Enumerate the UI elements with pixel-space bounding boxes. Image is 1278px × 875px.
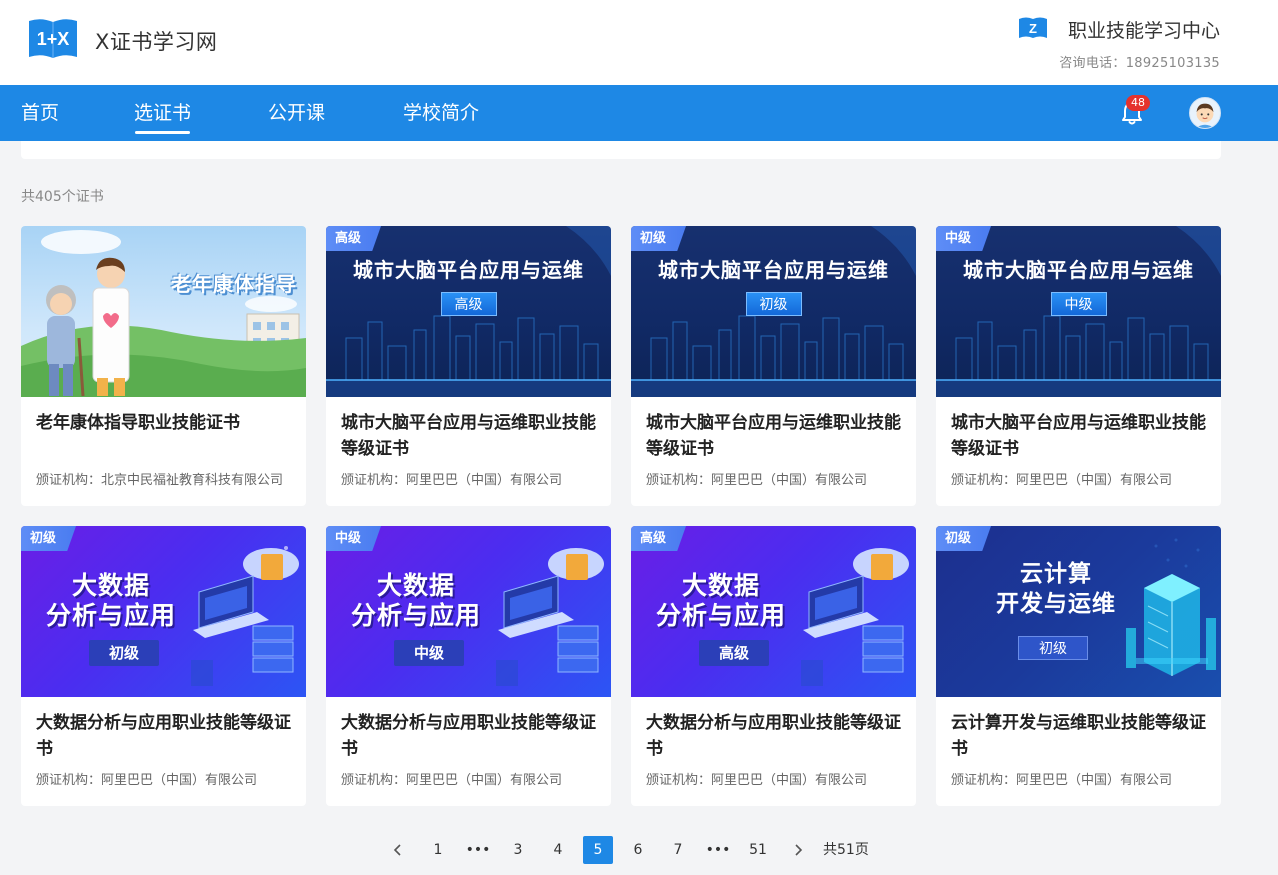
- card-banner-image: 中级 城市大脑平台应用与运维 中级: [936, 226, 1221, 397]
- banner-level-label: 初级: [1018, 636, 1088, 660]
- card-banner-image: 高级 城市大脑平台应用与运维 高级: [326, 226, 611, 397]
- hotline-text: 咨询电话：18925103135: [1059, 56, 1220, 71]
- chevron-right-icon: [795, 844, 803, 856]
- banner-title: 老年康体指导: [171, 272, 297, 296]
- pagination-page[interactable]: 1: [423, 836, 453, 864]
- avatar-face-icon: [1195, 103, 1215, 128]
- certificate-card[interactable]: 初级 大数据 分析与应用 初级 大数据分析与应用职业技能等级证书 颁证机构：阿里…: [21, 526, 306, 806]
- card-title[interactable]: 老年康体指导职业技能证书: [36, 410, 294, 436]
- level-tag: 初级: [21, 526, 77, 551]
- nav-select-certificate[interactable]: 选证书: [134, 85, 191, 141]
- banner-level-label: 初级: [745, 292, 802, 316]
- learning-center-title: 职业技能学习中心: [1067, 20, 1220, 42]
- card-banner-image: 中级 大数据 分析与应用 中级: [326, 526, 611, 697]
- nav-open-courses[interactable]: 公开课: [268, 85, 325, 141]
- banner-title: 城市大脑平台应用与运维: [963, 258, 1194, 282]
- card-title[interactable]: 大数据分析与应用职业技能等级证书: [646, 710, 904, 762]
- card-issuer: 颁证机构：阿里巴巴（中国）有限公司: [646, 473, 868, 488]
- banner-title: 城市大脑平台应用与运维: [353, 258, 584, 282]
- card-banner-image: 初级 云计算 开发与运维 初级: [936, 526, 1221, 697]
- certificate-card[interactable]: 初级 城市大脑平台应用与运维 初级 城市大脑平台应用与运维职业技能等级证书 颁证…: [631, 226, 916, 506]
- learning-center-icon: Z: [1019, 17, 1047, 38]
- card-title[interactable]: 大数据分析与应用职业技能等级证书: [36, 710, 294, 762]
- banner-level-label: 高级: [699, 640, 769, 666]
- pagination-page[interactable]: 51: [743, 836, 773, 864]
- banner-title-line-1: 云计算: [1020, 561, 1092, 587]
- level-tag: 高级: [326, 226, 382, 251]
- chevron-left-icon: [393, 844, 401, 856]
- elderly-care-illustration: [21, 230, 306, 397]
- banner-level-label: 高级: [440, 292, 497, 316]
- logo-text: 1+X: [37, 29, 70, 49]
- banner-level-label: 中级: [1050, 292, 1107, 316]
- pagination-page[interactable]: 7: [663, 836, 693, 864]
- card-title[interactable]: 大数据分析与应用职业技能等级证书: [341, 710, 599, 762]
- level-tag: 初级: [631, 226, 687, 251]
- logo-book-icon[interactable]: 1+X: [27, 17, 79, 61]
- top-header: 1+X X证书学习网 Z 职业技能学习中心 咨询电话：18925103135: [0, 0, 1278, 85]
- banner-title-line-2: 开发与运维: [996, 591, 1116, 617]
- level-tag: 中级: [326, 526, 382, 551]
- pagination-page[interactable]: 6: [623, 836, 653, 864]
- pagination-ellipsis[interactable]: •••: [703, 836, 733, 864]
- card-issuer: 颁证机构：阿里巴巴（中国）有限公司: [951, 473, 1173, 488]
- nav-school-intro[interactable]: 学校简介: [403, 85, 479, 141]
- card-banner-image: 初级 大数据 分析与应用 初级: [21, 526, 306, 697]
- pagination-total: 共51页: [823, 842, 869, 858]
- banner-title-line-2: 分析与应用: [655, 601, 786, 630]
- svg-text:Z: Z: [1029, 21, 1037, 36]
- certificate-card[interactable]: 中级 大数据 分析与应用 中级 大数据分析与应用职业技能等级证书 颁证机构：阿里…: [326, 526, 611, 806]
- pagination-page[interactable]: 4: [543, 836, 573, 864]
- card-issuer: 颁证机构：阿里巴巴（中国）有限公司: [646, 773, 868, 788]
- card-title[interactable]: 城市大脑平台应用与运维职业技能等级证书: [951, 410, 1209, 462]
- card-issuer: 颁证机构：北京中民福祉教育科技有限公司: [36, 473, 284, 488]
- certificate-card[interactable]: 老年康体指导 老年康体指导职业技能证书 颁证机构：北京中民福祉教育科技有限公司: [21, 226, 306, 506]
- level-tag: 初级: [936, 526, 992, 551]
- site-title[interactable]: X证书学习网: [95, 26, 217, 56]
- card-title[interactable]: 城市大脑平台应用与运维职业技能等级证书: [341, 410, 599, 462]
- level-tag: 中级: [936, 226, 992, 251]
- banner-level-label: 初级: [89, 640, 159, 666]
- pagination-page-current[interactable]: 5: [583, 836, 613, 864]
- pagination-ellipsis[interactable]: •••: [463, 836, 493, 864]
- filter-panel: [21, 141, 1221, 159]
- pagination-next-button[interactable]: [783, 836, 813, 864]
- card-title[interactable]: 城市大脑平台应用与运维职业技能等级证书: [646, 410, 904, 462]
- card-issuer: 颁证机构：阿里巴巴（中国）有限公司: [36, 773, 258, 788]
- card-banner-image: 高级 大数据 分析与应用 高级: [631, 526, 916, 697]
- nav-home[interactable]: 首页: [21, 85, 59, 141]
- card-issuer: 颁证机构：阿里巴巴（中国）有限公司: [341, 773, 563, 788]
- level-tag: 高级: [631, 526, 687, 551]
- user-avatar[interactable]: [1189, 97, 1221, 129]
- certificate-card[interactable]: 中级 城市大脑平台应用与运维 中级 城市大脑平台应用与运维职业技能等级证书 颁证…: [936, 226, 1221, 506]
- card-issuer: 颁证机构：阿里巴巴（中国）有限公司: [951, 773, 1173, 788]
- pagination-prev-button[interactable]: [383, 836, 413, 864]
- certificate-total: 共405个证书: [21, 189, 104, 205]
- main-nav: 首页 选证书 公开课 学校简介: [0, 85, 1278, 141]
- card-banner-image: 初级 城市大脑平台应用与运维 初级: [631, 226, 916, 397]
- card-issuer: 颁证机构：阿里巴巴（中国）有限公司: [341, 473, 563, 488]
- pagination-page[interactable]: 3: [503, 836, 533, 864]
- notification-badge: 48: [1126, 95, 1150, 111]
- certificate-card[interactable]: 高级 城市大脑平台应用与运维 高级 城市大脑平台应用与运维职业技能等级证书 颁证…: [326, 226, 611, 506]
- banner-title: 城市大脑平台应用与运维: [658, 258, 889, 282]
- certificate-card[interactable]: 初级 云计算 开发与运维 初级 云计算开发与运维职业技能等级证书 颁证机构：阿里…: [936, 526, 1221, 806]
- banner-title-line-2: 分析与应用: [45, 601, 176, 630]
- certificate-card[interactable]: 高级 大数据 分析与应用 高级 大数据分析与应用职业技能等级证书 颁证机构：阿里…: [631, 526, 916, 806]
- card-banner-image: 老年康体指导: [21, 226, 306, 397]
- banner-title-line-2: 分析与应用: [350, 601, 481, 630]
- card-title[interactable]: 云计算开发与运维职业技能等级证书: [951, 710, 1209, 762]
- banner-level-label: 中级: [394, 640, 464, 666]
